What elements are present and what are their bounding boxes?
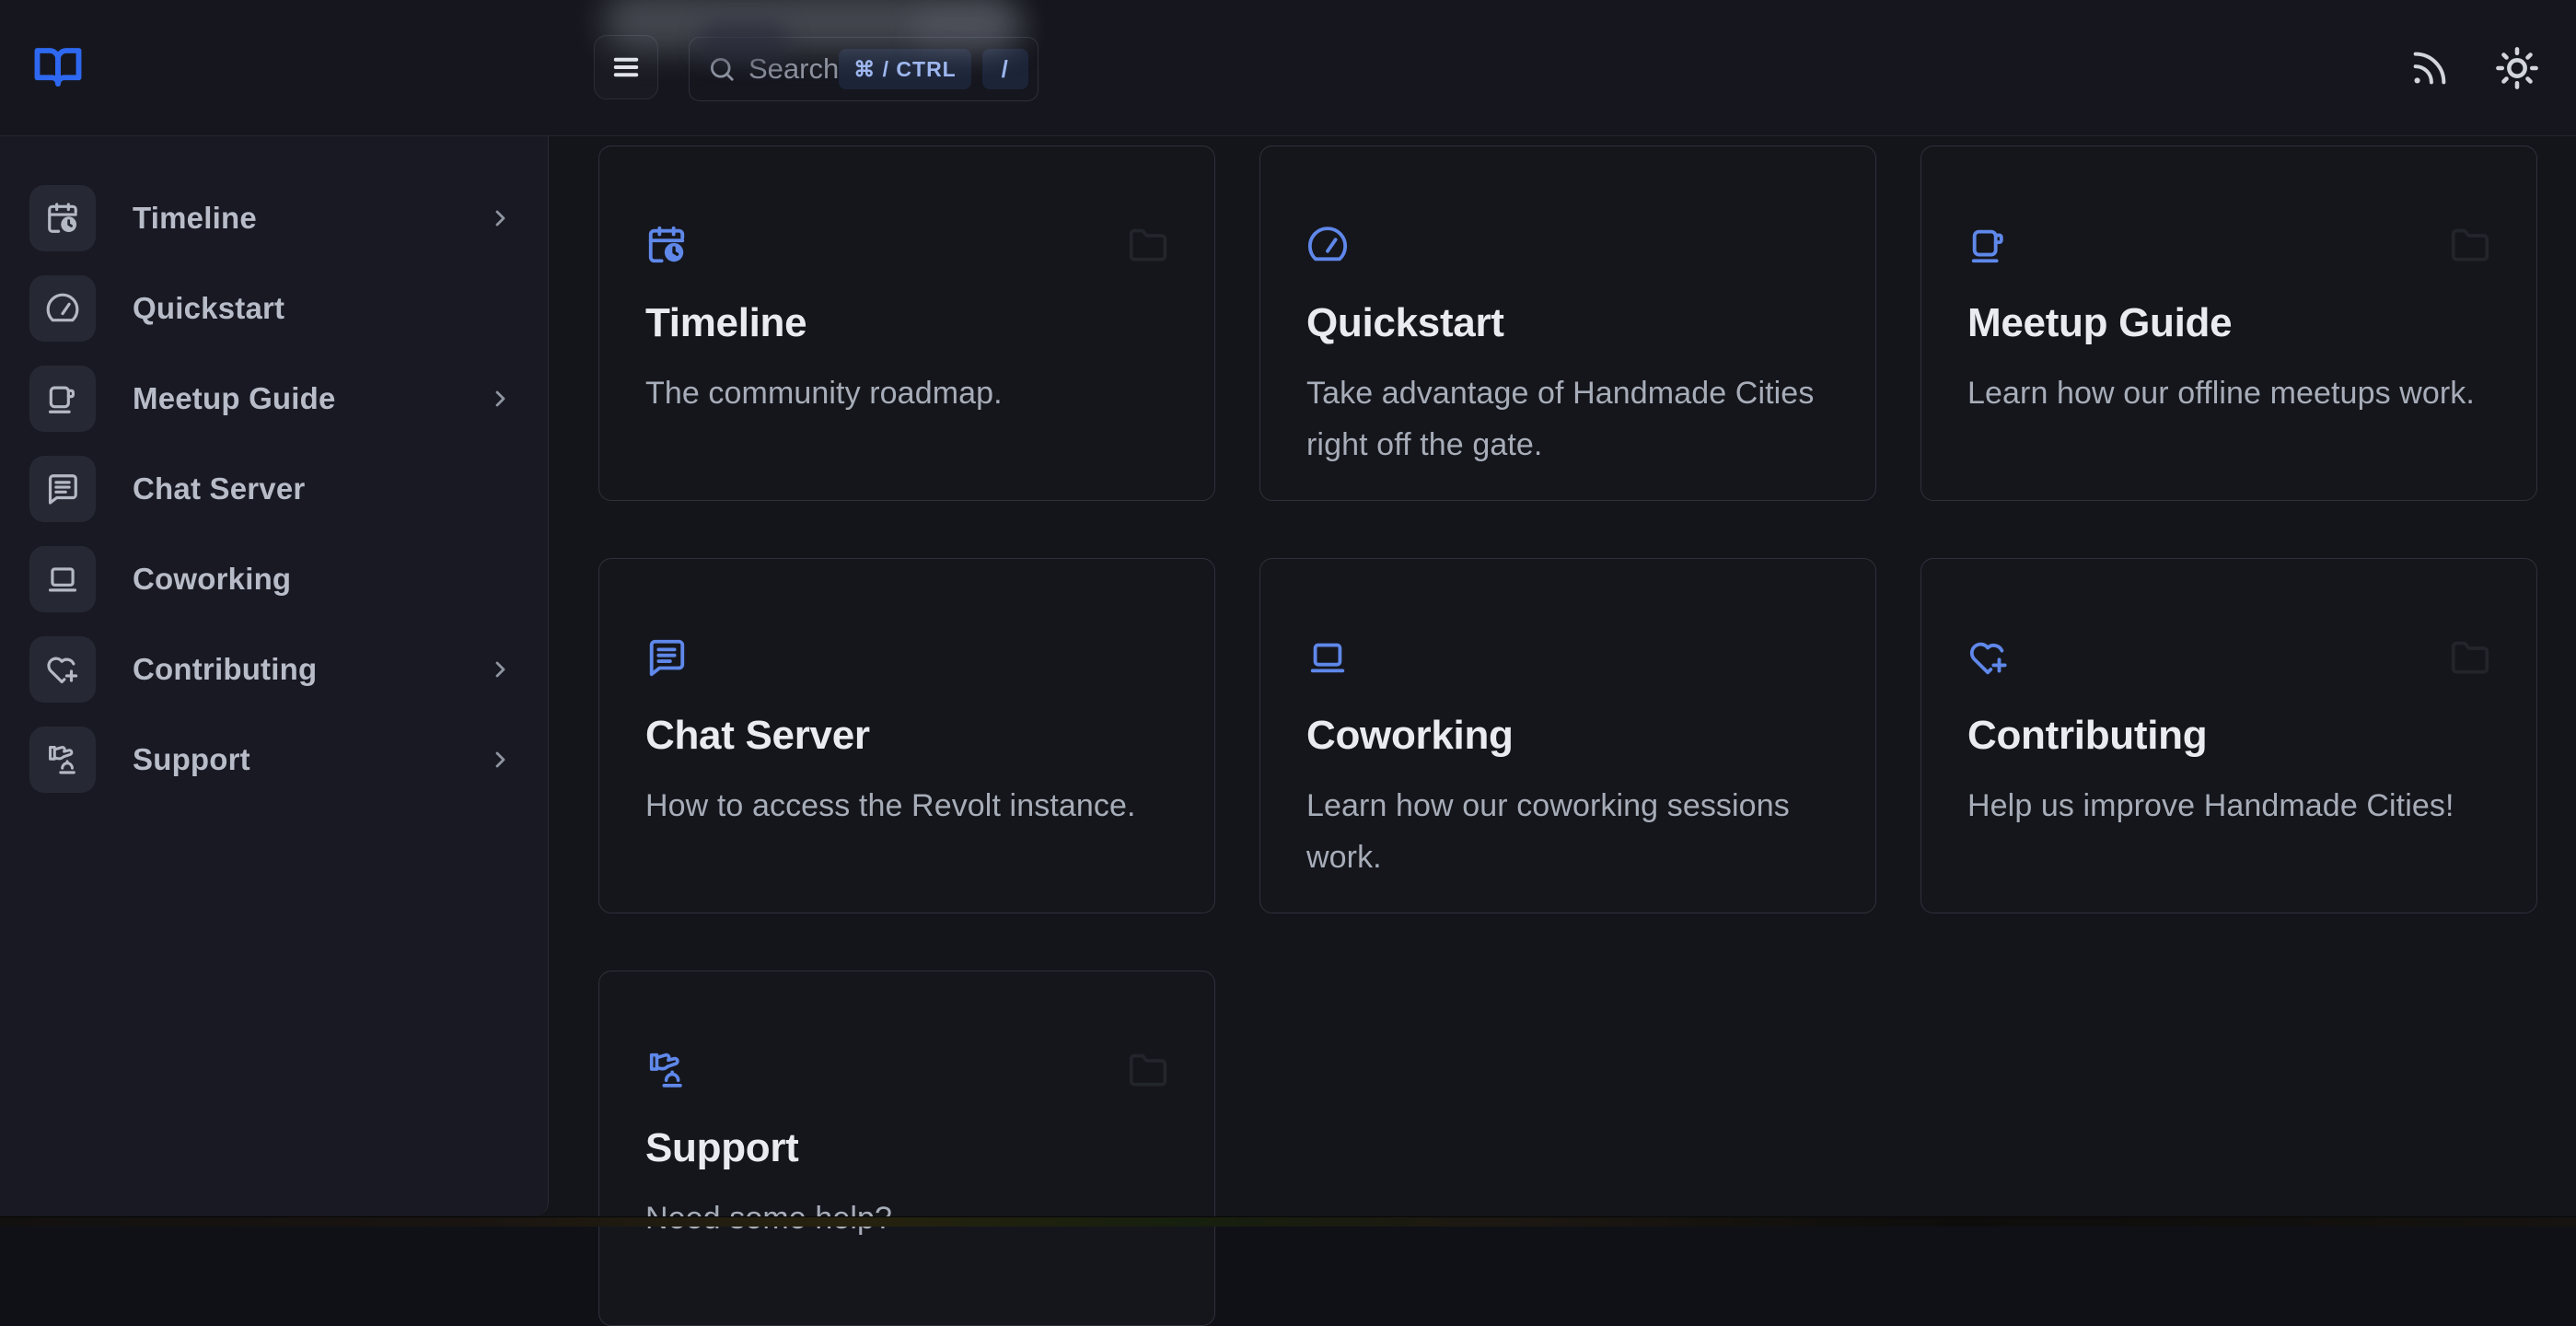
sun-icon[interactable] [2493, 44, 2541, 92]
sidebar-item-chat-server[interactable]: Chat Server [29, 456, 548, 522]
gauge-icon [1306, 224, 1349, 266]
sidebar: Timeline Quickstart Meetup Guide [0, 135, 549, 1216]
card-timeline[interactable]: Timeline The community roadmap. [598, 145, 1215, 501]
card-icon-row [1306, 636, 1829, 679]
card-contributing[interactable]: Contributing Help us improve Handmade Ci… [1920, 558, 2537, 913]
search-shortcuts: ⌘ / CTRL / [839, 49, 1028, 89]
hand-bell-icon [645, 1049, 688, 1091]
chevron-right-icon[interactable] [489, 207, 511, 229]
card-icon-row [645, 636, 1168, 679]
sidebar-item-label: Timeline [133, 201, 257, 236]
calendar-clock-icon [645, 224, 688, 266]
sidebar-item-quickstart[interactable]: Quickstart [29, 275, 548, 342]
card-title: Timeline [645, 300, 1168, 347]
card-icon-row [645, 1049, 1168, 1091]
message-square-icon [29, 456, 96, 522]
book-open-icon[interactable] [33, 42, 83, 92]
card-title: Meetup Guide [1967, 300, 2490, 347]
topbar: Search ⌘ / CTRL / [0, 0, 2576, 136]
search-input[interactable]: Search ⌘ / CTRL / [689, 37, 1039, 101]
chevron-right-icon[interactable] [489, 658, 511, 680]
search-icon [708, 55, 736, 83]
sidebar-item-timeline[interactable]: Timeline [29, 185, 548, 251]
sidebar-item-meetup-guide[interactable]: Meetup Guide [29, 366, 548, 432]
menu-button[interactable] [594, 35, 658, 99]
folder-icon [1128, 1051, 1168, 1091]
heart-plus-icon [29, 636, 96, 703]
coffee-cup-icon [1967, 224, 2010, 266]
rss-icon[interactable] [2408, 47, 2451, 89]
card-coworking[interactable]: Coworking Learn how our coworking sessio… [1259, 558, 1876, 913]
card-icon-row [1306, 224, 1829, 266]
card-description: Help us improve Handmade Cities! [1967, 780, 2490, 832]
sidebar-item-label: Support [133, 742, 250, 777]
hand-bell-icon [29, 727, 96, 793]
folder-icon [2450, 638, 2490, 679]
calendar-clock-icon [29, 185, 96, 251]
sidebar-item-label: Meetup Guide [133, 381, 336, 416]
card-description: Take advantage of Handmade Cities right … [1306, 367, 1829, 471]
sidebar-item-support[interactable]: Support [29, 727, 548, 793]
card-grid: Timeline The community roadmap. Quicksta… [598, 145, 2537, 1326]
search-placeholder: Search [748, 52, 839, 86]
card-title: Support [645, 1125, 1168, 1172]
topbar-actions [2408, 0, 2541, 135]
card-description: Learn how our coworking sessions work. [1306, 780, 1829, 883]
desktop-edge-strip [0, 1216, 2576, 1227]
sidebar-item-label: Coworking [133, 562, 291, 597]
coffee-cup-icon [29, 366, 96, 432]
sidebar-item-label: Contributing [133, 652, 317, 687]
card-icon-row [1967, 636, 2490, 679]
chevron-right-icon[interactable] [489, 749, 511, 771]
gauge-icon [29, 275, 96, 342]
laptop-icon [1306, 636, 1349, 679]
card-icon-row [1967, 224, 2490, 266]
card-description: Learn how our offline meetups work. [1967, 367, 2490, 419]
heart-plus-icon [1967, 636, 2010, 679]
card-meetup-guide[interactable]: Meetup Guide Learn how our offline meetu… [1920, 145, 2537, 501]
sidebar-item-label: Chat Server [133, 471, 305, 506]
kbd-cmd-ctrl: ⌘ / CTRL [839, 49, 971, 89]
card-description: How to access the Revolt instance. [645, 780, 1168, 832]
card-quickstart[interactable]: Quickstart Take advantage of Handmade Ci… [1259, 145, 1876, 501]
card-title: Coworking [1306, 713, 1829, 760]
sidebar-item-contributing[interactable]: Contributing [29, 636, 548, 703]
card-support[interactable]: Support Need some help? [598, 971, 1215, 1326]
card-title: Chat Server [645, 713, 1168, 760]
card-title: Quickstart [1306, 300, 1829, 347]
hamburger-icon [609, 51, 643, 84]
folder-icon [2450, 226, 2490, 266]
card-description: The community roadmap. [645, 367, 1168, 419]
sidebar-item-label: Quickstart [133, 291, 284, 326]
message-square-icon [645, 636, 688, 679]
sidebar-item-coworking[interactable]: Coworking [29, 546, 548, 612]
kbd-slash: / [982, 49, 1028, 89]
card-title: Contributing [1967, 713, 2490, 760]
folder-icon [1128, 226, 1168, 266]
card-icon-row [645, 224, 1168, 266]
card-chat-server[interactable]: Chat Server How to access the Revolt ins… [598, 558, 1215, 913]
chevron-right-icon[interactable] [489, 388, 511, 410]
laptop-icon [29, 546, 96, 612]
